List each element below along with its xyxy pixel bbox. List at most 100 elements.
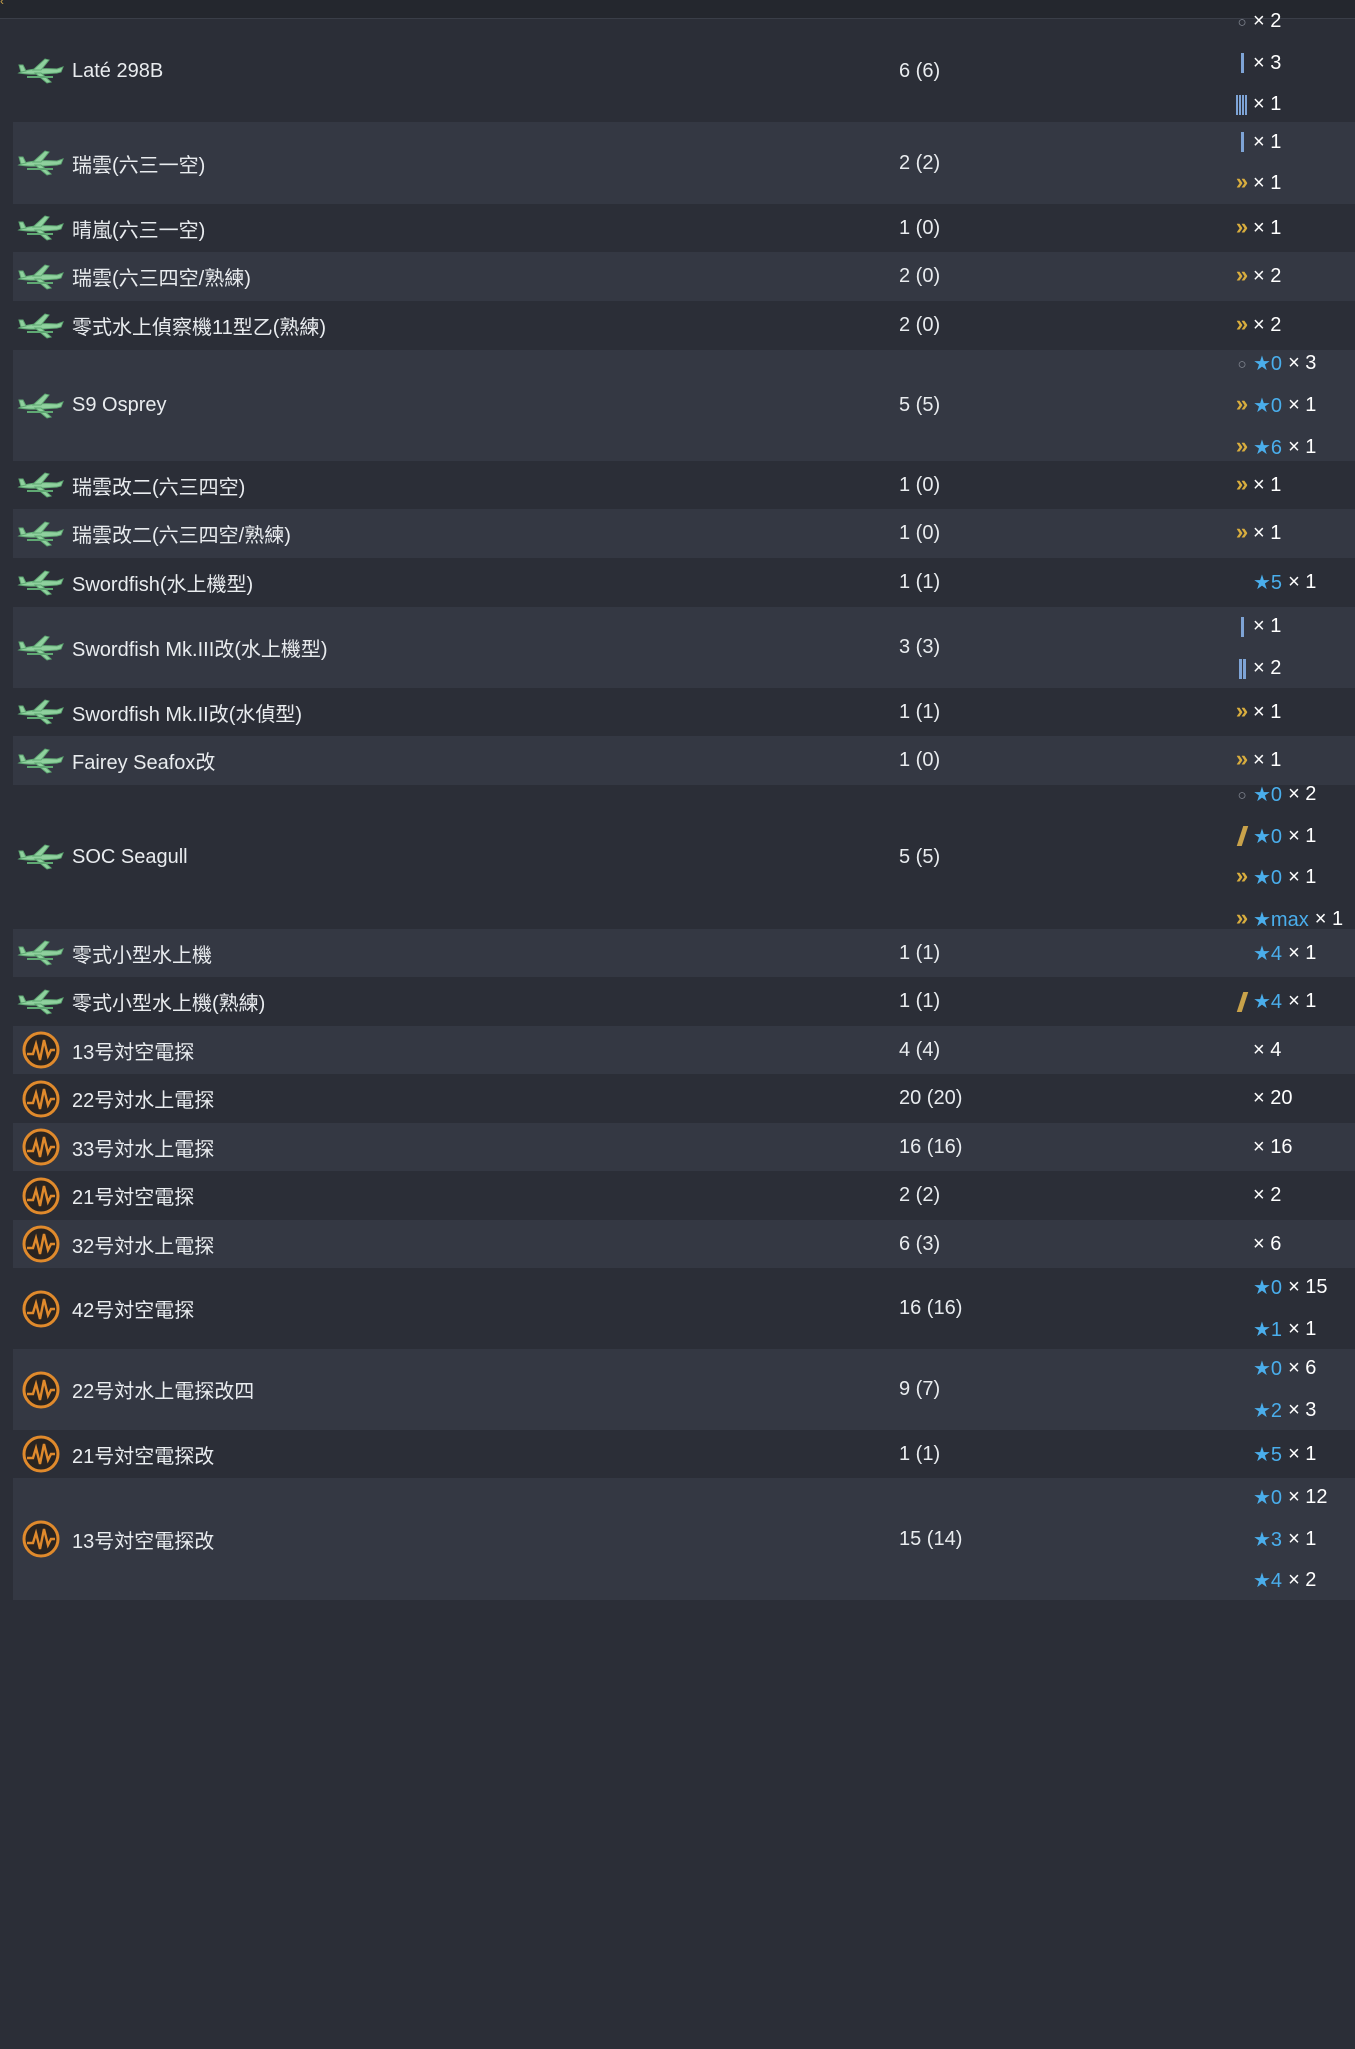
multiplier-label: × 6 — [1288, 1357, 1317, 1380]
equipment-name: 32号対水上電探 — [72, 1235, 215, 1258]
breakdown-entry: » × 1 — [1231, 521, 1355, 545]
equipment-count: 2 (0) — [899, 314, 941, 336]
breakdown-entry: » ★0 × 1 — [1231, 385, 1355, 427]
multiplier-label: × 12 — [1288, 1485, 1328, 1508]
improvement-breakdown: × 4 — [1231, 1039, 1355, 1062]
multiplier-label: × 1 — [1288, 866, 1317, 889]
equipment-name: 13号対空電探 — [72, 1041, 195, 1064]
equipment-row[interactable]: 13号対空電探改 15 (14) ★0 × 12 ★3 × 1 ★4 × 2 — [13, 1478, 1355, 1600]
equipment-row[interactable]: SOC Seagull 5 (5) ○ ★0 × 2 ★0 × 1» ★0 × 1» ★max × … — [13, 783, 1355, 931]
seaplane-icon — [16, 519, 66, 549]
multiplier-label: × 1 — [1288, 1317, 1317, 1340]
equipment-row[interactable]: 瑞雲(六三一空) 2 (2) × 1» × 1 — [13, 122, 1355, 204]
multiplier-label: × 1 — [1253, 522, 1282, 544]
breakdown-entry: ★0 × 12 — [1231, 1477, 1355, 1519]
equipment-count: 1 (1) — [899, 941, 941, 964]
seaplane-icon — [16, 842, 66, 872]
empty-proficiency-icon: ○ — [1237, 787, 1247, 805]
equipment-count: 6 (6) — [899, 59, 941, 82]
equipment-row[interactable]: Swordfish(水上機型) 1 (1) ★5 × 1 — [13, 558, 1355, 607]
equipment-name: 瑞雲改二(六三四空) — [72, 476, 246, 499]
seaplane-icon — [16, 213, 66, 243]
multiplier-label: × 6 — [1253, 1232, 1282, 1255]
proficiency-slot: » — [1231, 434, 1253, 459]
multiplier-label: × 2 — [1288, 783, 1317, 806]
improvement-breakdown: ○ × 2 × 3 × 1 — [1231, 1, 1355, 126]
equipment-count: 1 (0) — [899, 749, 941, 771]
equipment-count: 16 (16) — [899, 1297, 963, 1319]
equipment-name: 21号対空電探 — [72, 1187, 195, 1209]
improvement-star-label: ★0 — [1253, 784, 1283, 807]
equipment-count: 16 (16) — [899, 1135, 963, 1158]
multiplier-label: × 2 — [1253, 656, 1282, 679]
improvement-star-label: ★0 — [1253, 867, 1283, 890]
equipment-name: Laté 298B — [72, 59, 164, 82]
improvement-breakdown: × 20 — [1231, 1087, 1355, 1110]
equipment-row[interactable]: 32号対水上電探 6 (3) × 6 — [13, 1220, 1355, 1268]
equipment-row[interactable]: Swordfish Mk.II改(水偵型) 1 (1) » × 1 — [13, 688, 1355, 736]
breakdown-entry: × 2 — [1231, 648, 1355, 690]
equipment-row[interactable]: 13号対空電探 4 (4) × 4 — [13, 1026, 1355, 1074]
equipment-row[interactable]: 22号対水上電探改四 9 (7) ★0 × 6 ★2 × 3 — [13, 1349, 1355, 1430]
equipment-name: Swordfish Mk.III改(水上機型) — [72, 639, 328, 661]
equipment-name: Swordfish(水上機型) — [72, 574, 254, 596]
proficiency-slot — [1231, 990, 1253, 1013]
proficiency-bar-icon — [1240, 53, 1244, 74]
equipment-row[interactable]: 瑞雲改二(六三四空/熟練) 1 (0) » × 1 — [13, 509, 1355, 558]
improvement-breakdown: ★4 × 1 — [1231, 989, 1355, 1014]
breakdown-entry: » × 1 — [1231, 163, 1355, 205]
improvement-breakdown: » × 1 — [1231, 215, 1355, 240]
equipment-row[interactable]: 零式小型水上機 1 (1) ★4 × 1 — [13, 929, 1355, 977]
equipment-row[interactable]: Laté 298B 6 (6) ○ × 2 × 3 × 1 — [13, 10, 1355, 122]
breakdown-entry: ★0 × 1 — [1231, 815, 1355, 857]
equipment-row[interactable]: 21号対空電探改 1 (1) ★5 × 1 — [13, 1430, 1355, 1478]
equipment-count: 1 (1) — [899, 571, 941, 593]
seaplane-icon — [16, 470, 66, 500]
radar-icon — [16, 1128, 66, 1166]
multiplier-label: × 1 — [1253, 130, 1282, 153]
multiplier-label: × 1 — [1314, 907, 1344, 930]
empty-proficiency-icon: ○ — [1237, 356, 1247, 374]
equipment-row[interactable]: Swordfish Mk.III改(水上機型) 3 (3) × 1 × 2 — [13, 607, 1355, 688]
improvement-star-label: ★0 — [1253, 1486, 1283, 1509]
breakdown-entry: ★2 × 3 — [1231, 1390, 1355, 1432]
equipment-row[interactable]: 瑞雲改二(六三四空) 1 (0) » × 1 — [13, 461, 1355, 509]
equipment-row[interactable]: 33号対水上電探 16 (16) × 16 — [13, 1123, 1355, 1171]
breakdown-entry: » × 1 — [1231, 215, 1355, 240]
proficiency-slot: » — [1231, 865, 1253, 889]
equipment-row[interactable]: S9 Osprey 5 (5) ○ ★0 × 3» ★0 × 1» ★6 × 1 — [13, 350, 1355, 461]
radar-icon — [16, 1290, 66, 1327]
multiplier-label: × 2 — [1253, 314, 1282, 336]
breakdown-entry: ★5 × 1 — [1231, 570, 1355, 595]
equipment-count: 2 (0) — [899, 265, 941, 287]
equipment-row[interactable]: 零式小型水上機(熟練) 1 (1) ★4 × 1 — [13, 977, 1355, 1026]
equipment-row[interactable]: 零式水上偵察機11型乙(熟練) 2 (0) » × 2 — [13, 301, 1355, 350]
equipment-row[interactable]: Fairey Seafox改 1 (0) » × 1 — [13, 736, 1355, 785]
breakdown-entry: ★0 × 6 — [1231, 1348, 1355, 1390]
equipment-name: 22号対水上電探 — [72, 1090, 215, 1112]
improvement-star-label: ★0 — [1253, 1277, 1283, 1300]
equipment-row[interactable]: 42号対空電探 16 (16) ★0 × 15 ★1 × 1 — [13, 1268, 1355, 1349]
breakdown-entry: ★1 × 1 — [1231, 1309, 1355, 1351]
equipment-row[interactable]: 晴嵐(六三一空) 1 (0) » × 1 — [13, 204, 1355, 252]
proficiency-slot: » — [1231, 264, 1253, 288]
improvement-breakdown: × 16 — [1231, 1136, 1355, 1159]
proficiency-slot: ○ — [1231, 783, 1253, 806]
multiplier-label: × 1 — [1288, 990, 1317, 1012]
equipment-count: 1 (0) — [899, 216, 941, 239]
equipment-name: Fairey Seafox改 — [72, 752, 216, 774]
proficiency-slot: ○ — [1231, 352, 1253, 375]
multiplier-label: × 3 — [1253, 51, 1282, 74]
equipment-count: 4 (4) — [899, 1038, 941, 1061]
equipment-row[interactable]: 22号対水上電探 20 (20) × 20 — [13, 1074, 1355, 1123]
breakdown-entry: × 4 — [1231, 1039, 1355, 1062]
equipment-name: 晴嵐(六三一空) — [72, 219, 206, 242]
multiplier-label: × 1 — [1288, 824, 1317, 847]
seaplane-icon — [16, 987, 66, 1017]
proficiency-slot — [1231, 93, 1253, 116]
multiplier-label: × 1 — [1253, 172, 1282, 195]
equipment-row[interactable]: 瑞雲(六三四空/熟練) 2 (0) » × 2 — [13, 252, 1355, 301]
equipment-row[interactable]: 21号対空電探 2 (2) × 2 — [13, 1171, 1355, 1220]
improvement-breakdown: ★4 × 1 — [1231, 941, 1355, 966]
proficiency-slot — [1231, 131, 1253, 154]
